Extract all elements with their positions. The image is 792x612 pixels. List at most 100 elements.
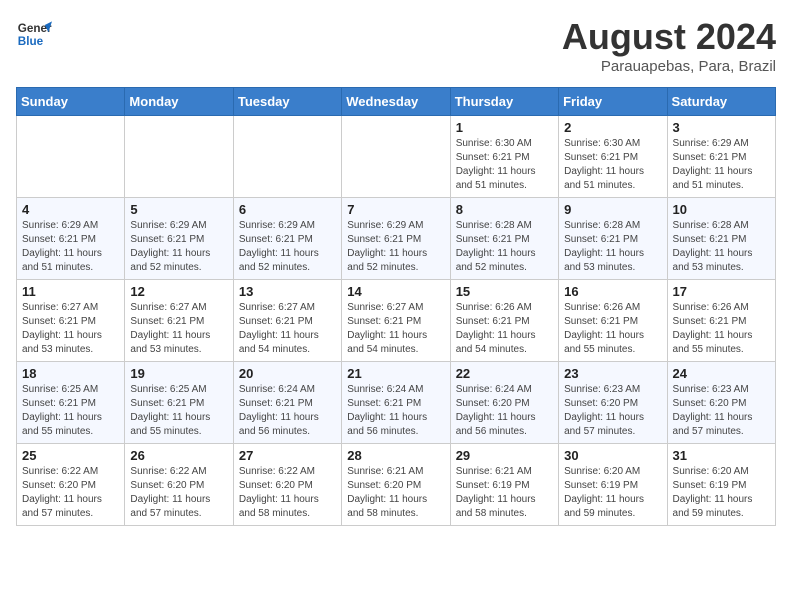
day-number: 21 bbox=[347, 366, 444, 381]
calendar-cell: 17 Sunrise: 6:26 AM Sunset: 6:21 PM Dayli… bbox=[667, 280, 775, 362]
logo: General Blue bbox=[16, 16, 52, 52]
day-info: Sunrise: 6:29 AM Sunset: 6:21 PM Dayligh… bbox=[673, 137, 770, 193]
day-number: 12 bbox=[130, 284, 227, 299]
day-info: Sunrise: 6:26 AM Sunset: 6:21 PM Dayligh… bbox=[564, 301, 661, 357]
calendar-week-row: 25 Sunrise: 6:22 AM Sunset: 6:20 PM Dayli… bbox=[17, 444, 776, 526]
day-info: Sunrise: 6:20 AM Sunset: 6:19 PM Dayligh… bbox=[673, 465, 770, 521]
day-number: 30 bbox=[564, 448, 661, 463]
day-info: Sunrise: 6:27 AM Sunset: 6:21 PM Dayligh… bbox=[130, 301, 227, 357]
day-info: Sunrise: 6:24 AM Sunset: 6:20 PM Dayligh… bbox=[456, 383, 553, 439]
calendar-cell bbox=[342, 116, 450, 198]
day-info: Sunrise: 6:27 AM Sunset: 6:21 PM Dayligh… bbox=[347, 301, 444, 357]
day-info: Sunrise: 6:29 AM Sunset: 6:21 PM Dayligh… bbox=[22, 219, 119, 275]
calendar-cell: 4Sunrise: 6:29 AM Sunset: 6:21 PM Daylig… bbox=[17, 198, 125, 280]
calendar-cell: 22 Sunrise: 6:24 AM Sunset: 6:20 PM Dayli… bbox=[450, 362, 558, 444]
calendar-week-row: 11 Sunrise: 6:27 AM Sunset: 6:21 PM Dayli… bbox=[17, 280, 776, 362]
day-info: Sunrise: 6:28 AM Sunset: 6:21 PM Dayligh… bbox=[673, 219, 770, 275]
day-info: Sunrise: 6:29 AM Sunset: 6:21 PM Dayligh… bbox=[347, 219, 444, 275]
day-info: Sunrise: 6:28 AM Sunset: 6:21 PM Dayligh… bbox=[456, 219, 553, 275]
day-info: Sunrise: 6:29 AM Sunset: 6:21 PM Dayligh… bbox=[130, 219, 227, 275]
day-info: Sunrise: 6:25 AM Sunset: 6:21 PM Dayligh… bbox=[22, 383, 119, 439]
calendar-body: 1 Sunrise: 6:30 AM Sunset: 6:21 PM Daylig… bbox=[17, 116, 776, 526]
calendar-cell: 25Sunrise: 6:22 AM Sunset: 6:20 PM Dayli… bbox=[17, 444, 125, 526]
calendar-cell: 28Sunrise: 6:21 AM Sunset: 6:20 PM Dayli… bbox=[342, 444, 450, 526]
calendar-cell: 7 Sunrise: 6:29 AM Sunset: 6:21 PM Daylig… bbox=[342, 198, 450, 280]
calendar-cell bbox=[125, 116, 233, 198]
day-number: 2 bbox=[564, 120, 661, 135]
day-number: 20 bbox=[239, 366, 336, 381]
page-header: General Blue August 2024 Parauapebas, Pa… bbox=[16, 16, 776, 75]
day-number: 29 bbox=[456, 448, 553, 463]
day-number: 14 bbox=[347, 284, 444, 299]
day-number: 7 bbox=[347, 202, 444, 217]
calendar-cell: 11Sunrise: 6:27 AM Sunset: 6:21 PM Dayli… bbox=[17, 280, 125, 362]
calendar-cell: 23 Sunrise: 6:23 AM Sunset: 6:20 PM Dayli… bbox=[559, 362, 667, 444]
calendar-table: SundayMondayTuesdayWednesdayThursdayFrid… bbox=[16, 87, 776, 526]
calendar-cell: 21 Sunrise: 6:24 AM Sunset: 6:21 PM Dayli… bbox=[342, 362, 450, 444]
day-number: 17 bbox=[673, 284, 770, 299]
day-number: 24 bbox=[673, 366, 770, 381]
calendar-header: SundayMondayTuesdayWednesdayThursdayFrid… bbox=[17, 88, 776, 116]
calendar-week-row: 1 Sunrise: 6:30 AM Sunset: 6:21 PM Daylig… bbox=[17, 116, 776, 198]
weekday-header-friday: Friday bbox=[559, 88, 667, 116]
day-info: Sunrise: 6:26 AM Sunset: 6:21 PM Dayligh… bbox=[456, 301, 553, 357]
day-number: 15 bbox=[456, 284, 553, 299]
calendar-cell: 24 Sunrise: 6:23 AM Sunset: 6:20 PM Dayli… bbox=[667, 362, 775, 444]
day-number: 8 bbox=[456, 202, 553, 217]
calendar-subtitle: Parauapebas, Para, Brazil bbox=[562, 58, 776, 75]
day-info: Sunrise: 6:30 AM Sunset: 6:21 PM Dayligh… bbox=[564, 137, 661, 193]
calendar-cell bbox=[17, 116, 125, 198]
weekday-header-tuesday: Tuesday bbox=[233, 88, 341, 116]
day-number: 3 bbox=[673, 120, 770, 135]
calendar-cell: 16 Sunrise: 6:26 AM Sunset: 6:21 PM Dayli… bbox=[559, 280, 667, 362]
calendar-cell: 15 Sunrise: 6:26 AM Sunset: 6:21 PM Dayli… bbox=[450, 280, 558, 362]
calendar-cell: 9Sunrise: 6:28 AM Sunset: 6:21 PM Daylig… bbox=[559, 198, 667, 280]
day-number: 19 bbox=[130, 366, 227, 381]
day-number: 25 bbox=[22, 448, 119, 463]
weekday-header-wednesday: Wednesday bbox=[342, 88, 450, 116]
calendar-cell: 31 Sunrise: 6:20 AM Sunset: 6:19 PM Dayli… bbox=[667, 444, 775, 526]
calendar-cell: 30Sunrise: 6:20 AM Sunset: 6:19 PM Dayli… bbox=[559, 444, 667, 526]
day-number: 11 bbox=[22, 284, 119, 299]
calendar-title: August 2024 bbox=[562, 16, 776, 58]
calendar-cell: 6 Sunrise: 6:29 AM Sunset: 6:21 PM Daylig… bbox=[233, 198, 341, 280]
calendar-cell: 29Sunrise: 6:21 AM Sunset: 6:19 PM Dayli… bbox=[450, 444, 558, 526]
weekday-header-monday: Monday bbox=[125, 88, 233, 116]
day-info: Sunrise: 6:21 AM Sunset: 6:20 PM Dayligh… bbox=[347, 465, 444, 521]
calendar-cell: 10Sunrise: 6:28 AM Sunset: 6:21 PM Dayli… bbox=[667, 198, 775, 280]
calendar-cell: 12 Sunrise: 6:27 AM Sunset: 6:21 PM Dayli… bbox=[125, 280, 233, 362]
weekday-header-sunday: Sunday bbox=[17, 88, 125, 116]
day-number: 18 bbox=[22, 366, 119, 381]
weekday-header-saturday: Saturday bbox=[667, 88, 775, 116]
day-info: Sunrise: 6:28 AM Sunset: 6:21 PM Dayligh… bbox=[564, 219, 661, 275]
day-info: Sunrise: 6:23 AM Sunset: 6:20 PM Dayligh… bbox=[673, 383, 770, 439]
day-info: Sunrise: 6:23 AM Sunset: 6:20 PM Dayligh… bbox=[564, 383, 661, 439]
calendar-cell: 27Sunrise: 6:22 AM Sunset: 6:20 PM Dayli… bbox=[233, 444, 341, 526]
calendar-cell: 5 Sunrise: 6:29 AM Sunset: 6:21 PM Daylig… bbox=[125, 198, 233, 280]
calendar-cell: 19 Sunrise: 6:25 AM Sunset: 6:21 PM Dayli… bbox=[125, 362, 233, 444]
calendar-cell: 3 Sunrise: 6:29 AM Sunset: 6:21 PM Daylig… bbox=[667, 116, 775, 198]
calendar-cell: 13Sunrise: 6:27 AM Sunset: 6:21 PM Dayli… bbox=[233, 280, 341, 362]
logo-icon: General Blue bbox=[16, 16, 52, 52]
calendar-week-row: 4Sunrise: 6:29 AM Sunset: 6:21 PM Daylig… bbox=[17, 198, 776, 280]
calendar-cell: 2 Sunrise: 6:30 AM Sunset: 6:21 PM Daylig… bbox=[559, 116, 667, 198]
day-number: 31 bbox=[673, 448, 770, 463]
day-number: 13 bbox=[239, 284, 336, 299]
day-info: Sunrise: 6:22 AM Sunset: 6:20 PM Dayligh… bbox=[130, 465, 227, 521]
day-number: 22 bbox=[456, 366, 553, 381]
day-info: Sunrise: 6:29 AM Sunset: 6:21 PM Dayligh… bbox=[239, 219, 336, 275]
calendar-cell: 1Sunrise: 6:30 AM Sunset: 6:21 PM Daylig… bbox=[450, 116, 558, 198]
day-number: 6 bbox=[239, 202, 336, 217]
day-info: Sunrise: 6:25 AM Sunset: 6:21 PM Dayligh… bbox=[130, 383, 227, 439]
calendar-cell: 14 Sunrise: 6:27 AM Sunset: 6:21 PM Dayli… bbox=[342, 280, 450, 362]
weekday-header-row: SundayMondayTuesdayWednesdayThursdayFrid… bbox=[17, 88, 776, 116]
day-number: 5 bbox=[130, 202, 227, 217]
svg-text:Blue: Blue bbox=[18, 35, 44, 48]
calendar-cell bbox=[233, 116, 341, 198]
day-number: 16 bbox=[564, 284, 661, 299]
day-info: Sunrise: 6:26 AM Sunset: 6:21 PM Dayligh… bbox=[673, 301, 770, 357]
day-number: 23 bbox=[564, 366, 661, 381]
day-number: 1 bbox=[456, 120, 553, 135]
day-info: Sunrise: 6:24 AM Sunset: 6:21 PM Dayligh… bbox=[347, 383, 444, 439]
calendar-cell: 8 Sunrise: 6:28 AM Sunset: 6:21 PM Daylig… bbox=[450, 198, 558, 280]
